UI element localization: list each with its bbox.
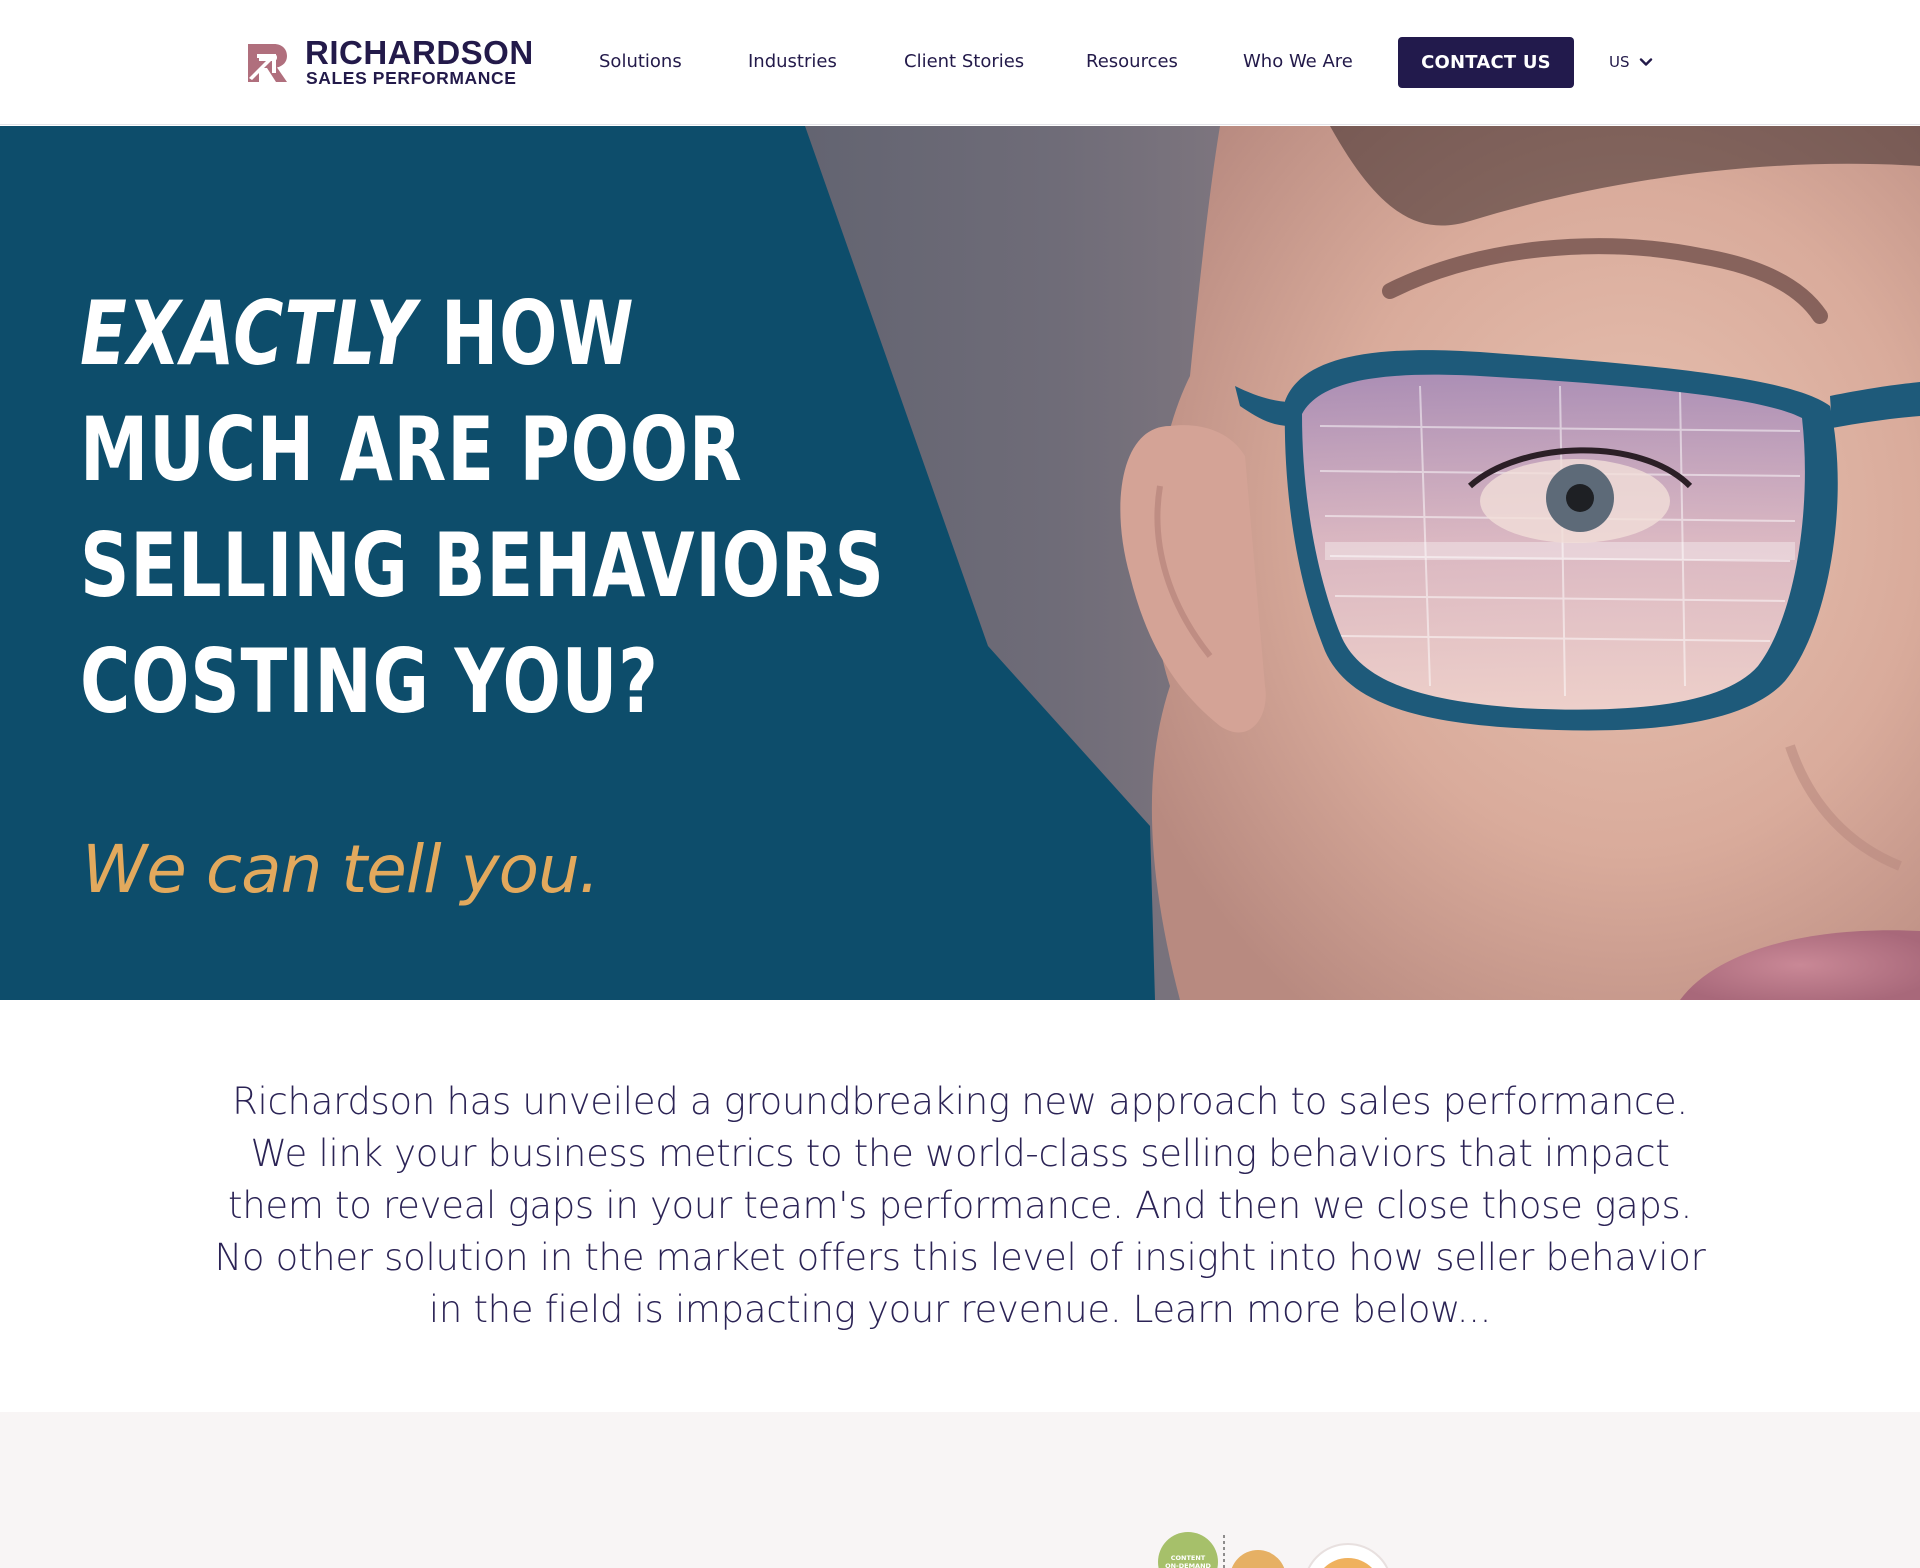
- headline-line-4: COSTING YOU?: [80, 630, 659, 733]
- brand-name: RICHARDSON: [305, 34, 534, 71]
- content-badge-line-2: ON-DEMAND: [1165, 1562, 1211, 1568]
- hero-banner: EXACTLY HOW MUCH ARE POOR SELLING BEHAVI…: [0, 126, 1920, 1000]
- richardson-logo[interactable]: RICHARDSON SALES PERFORMANCE: [246, 36, 533, 88]
- nav-item-industries[interactable]: Industries: [748, 48, 837, 76]
- hero-headline: EXACTLY HOW MUCH ARE POOR SELLING BEHAVI…: [80, 276, 885, 740]
- site-header: RICHARDSON SALES PERFORMANCE Solutions I…: [0, 0, 1920, 125]
- headline-line-2: MUCH ARE POOR: [80, 398, 743, 501]
- contact-us-button[interactable]: CONTACT US: [1398, 37, 1574, 88]
- headline-emphasis: EXACTLY: [80, 282, 417, 385]
- nav-item-solutions[interactable]: Solutions: [599, 48, 682, 76]
- nav-item-resources[interactable]: Resources: [1086, 48, 1178, 76]
- hero-tagline: We can tell you.: [82, 831, 600, 908]
- intro-section: Richardson has unveiled a groundbreaking…: [0, 1000, 1920, 1412]
- next-section: CONTENT ON-DEMAND: [0, 1412, 1920, 1568]
- brand-subtitle: SALES PERFORMANCE: [306, 68, 517, 88]
- nav-item-client-stories[interactable]: Client Stories: [904, 48, 1024, 76]
- chevron-down-icon: [1639, 58, 1652, 66]
- brand-mark-icon: [248, 44, 287, 82]
- headline-line-1-rest: HOW: [440, 282, 635, 385]
- headline-line-1: EXACTLY HOW: [80, 276, 885, 392]
- locale-selector[interactable]: US: [1609, 49, 1653, 75]
- intro-paragraph: Richardson has unveiled a groundbreaking…: [214, 1080, 1706, 1331]
- solution-diagram-graphic: CONTENT ON-DEMAND: [1158, 1532, 1389, 1568]
- nav-item-who-we-are[interactable]: Who We Are: [1243, 48, 1353, 76]
- locale-label: US: [1609, 53, 1630, 71]
- content-badge-line-1: CONTENT: [1171, 1554, 1206, 1562]
- headline-line-3: SELLING BEHAVIORS: [80, 514, 885, 617]
